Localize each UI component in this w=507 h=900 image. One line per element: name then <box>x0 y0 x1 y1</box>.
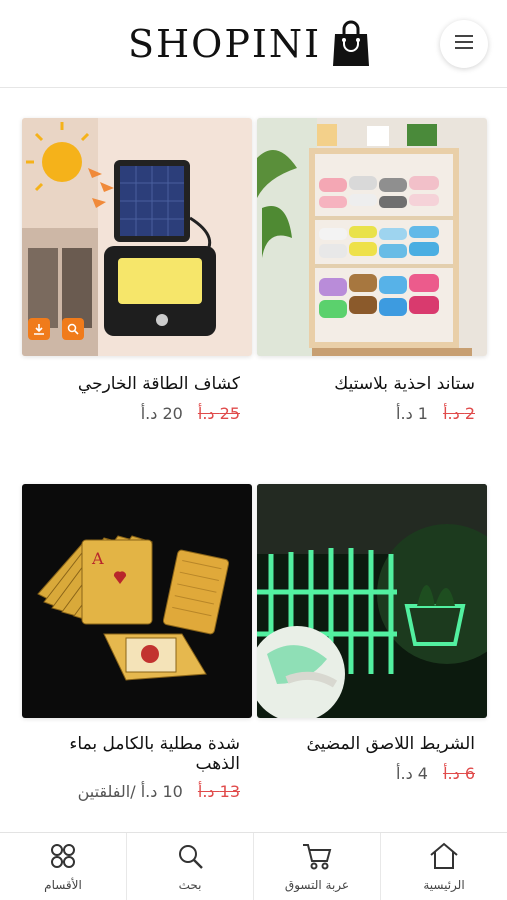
categories-icon <box>49 842 77 874</box>
download-icon[interactable] <box>28 318 50 340</box>
price-line: 13 د.أ 10 د.أ /الفلقتين <box>78 782 240 801</box>
product-image[interactable] <box>22 118 252 356</box>
price-line: 2 د.أ 1 د.أ <box>396 404 475 423</box>
old-price: 6 د.أ <box>443 764 475 783</box>
price-line: 6 د.أ 4 د.أ <box>396 764 475 783</box>
nav-home[interactable]: الرئيسية <box>381 833 507 900</box>
menu-button[interactable] <box>440 20 488 68</box>
nav-label: الأقسام <box>44 877 82 892</box>
old-price: 2 د.أ <box>443 404 475 423</box>
old-price: 13 د.أ <box>197 782 240 801</box>
price-line: 25 د.أ 20 د.أ <box>141 404 240 423</box>
product-card[interactable]: ستاند احذية بلاستيك 2 د.أ 1 د.أ <box>257 118 487 438</box>
svg-text:A: A <box>91 549 104 568</box>
product-title[interactable]: ستاند احذية بلاستيك <box>265 374 475 394</box>
nav-search[interactable]: بحث <box>127 833 254 900</box>
search-icon <box>176 842 204 874</box>
nav-cart[interactable]: عربة التسوق <box>254 833 381 900</box>
brand-name: SHOPINI <box>128 22 322 66</box>
product-card[interactable]: الشريط اللاصق المضيئ 6 د.أ 4 د.أ <box>257 484 487 814</box>
current-price: 1 د.أ <box>396 404 428 423</box>
nav-label: بحث <box>178 877 202 892</box>
zoom-icon[interactable] <box>62 318 84 340</box>
current-price: 10 د.أ /الفلقتين <box>77 782 183 801</box>
product-image[interactable]: A <box>22 484 252 718</box>
current-price: 20 د.أ <box>140 404 183 423</box>
nav-label: عربة التسوق <box>284 877 350 892</box>
product-image[interactable] <box>257 118 487 356</box>
home-icon <box>429 842 459 874</box>
shopping-bag-icon <box>331 20 371 68</box>
app-header: SHOPINI <box>0 0 507 88</box>
bottom-navigation: الأقسام بحث عربة التسوق الرئيسية <box>0 832 507 900</box>
current-price: 4 د.أ <box>396 764 428 783</box>
product-card[interactable]: كشاف الطاقة الخارجي 25 د.أ 20 د.أ <box>22 118 252 438</box>
hamburger-menu-icon <box>454 34 474 54</box>
product-image[interactable] <box>257 484 487 718</box>
product-title[interactable]: كشاف الطاقة الخارجي <box>30 374 240 394</box>
nav-categories[interactable]: الأقسام <box>0 833 127 900</box>
old-price: 25 د.أ <box>197 404 240 423</box>
nav-label: الرئيسية <box>423 877 465 892</box>
product-card[interactable]: A شدة مطلية بالكامل بماء الذهب 13 د.أ 10… <box>22 484 252 814</box>
cart-icon <box>302 842 332 874</box>
product-title[interactable]: شدة مطلية بالكامل بماء الذهب <box>30 734 240 774</box>
product-title[interactable]: الشريط اللاصق المضيئ <box>265 734 475 754</box>
shopini-logo[interactable]: SHOPINI <box>128 18 371 70</box>
